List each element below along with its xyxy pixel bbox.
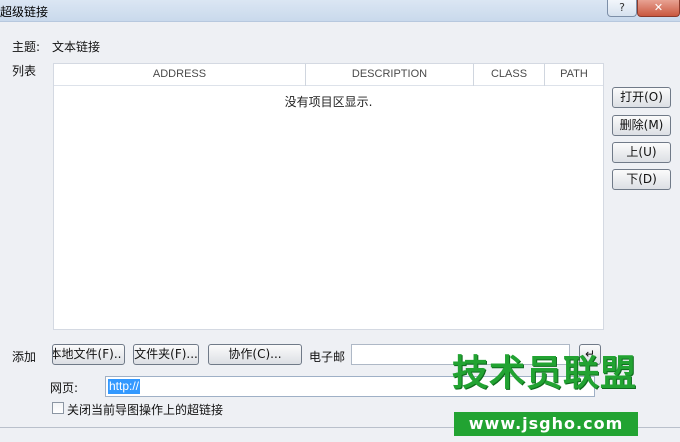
local-file-button[interactable]: 本地文件(F).. xyxy=(52,344,125,365)
column-header-description[interactable]: DESCRIPTION xyxy=(306,64,474,86)
email-label: 电子邮 xyxy=(309,350,346,364)
hyperlink-list[interactable]: ADDRESS DESCRIPTION CLASS PATH 没有项目区显示. xyxy=(53,63,604,330)
add-label: 添加 xyxy=(12,350,37,364)
move-down-button[interactable]: 下(D) xyxy=(612,169,671,190)
delete-button[interactable]: 删除(M) xyxy=(612,115,671,136)
list-label: 列表 xyxy=(12,64,37,78)
collaboration-button[interactable]: 协作(C)... xyxy=(208,344,302,365)
move-up-button[interactable]: 上(U) xyxy=(612,142,671,163)
subject-value: 文本链接 xyxy=(52,40,101,54)
watermark-url: www.jsgho.com xyxy=(454,412,638,436)
title-bar: 超级链接 ? ✕ xyxy=(0,0,680,22)
close-on-map-checkbox[interactable] xyxy=(52,402,64,414)
subject-label: 主题: xyxy=(12,40,41,54)
column-header-address[interactable]: ADDRESS xyxy=(54,64,306,86)
help-button[interactable]: ? xyxy=(607,0,637,17)
empty-list-message: 没有项目区显示. xyxy=(284,95,373,109)
open-button[interactable]: 打开(O) xyxy=(612,87,671,108)
watermark-title: 技术员联盟 xyxy=(452,353,638,394)
column-header-class[interactable]: CLASS xyxy=(474,64,545,86)
watermark-logo: 技术员联盟 www.jsgho.com xyxy=(452,352,642,440)
column-header-path[interactable]: PATH xyxy=(545,64,603,86)
window-title: 超级链接 xyxy=(0,5,49,19)
close-on-map-label[interactable]: 关闭当前导图操作上的超链接 xyxy=(67,401,223,418)
list-header: ADDRESS DESCRIPTION CLASS PATH xyxy=(54,64,603,86)
close-button[interactable]: ✕ xyxy=(637,0,680,17)
web-url-value: http:// xyxy=(108,379,141,394)
web-label: 网页: xyxy=(50,381,79,395)
folder-button[interactable]: 文件夹(F)... xyxy=(133,344,199,365)
